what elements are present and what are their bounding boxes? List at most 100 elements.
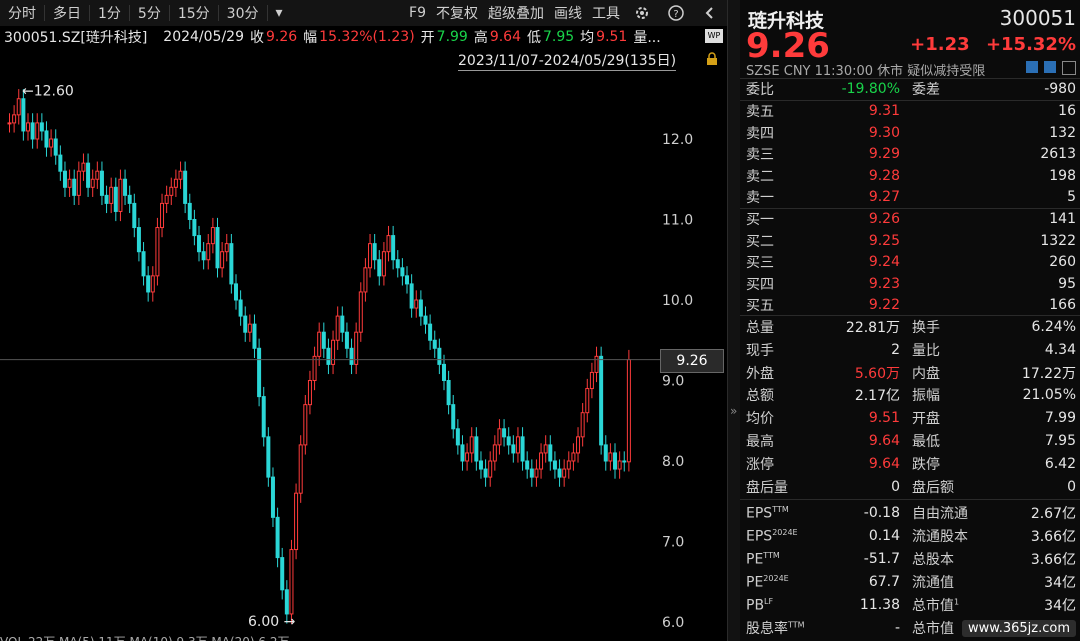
overlay-button[interactable]: 超级叠加 (483, 3, 549, 23)
candle-body (626, 359, 631, 463)
candle-body (465, 452, 470, 462)
tab-multiday[interactable]: 多日 (45, 3, 89, 23)
ask-row-1-volume: 5 (1067, 189, 1076, 205)
date-label: 2024/05/29 (163, 29, 244, 45)
candle-body (594, 355, 599, 373)
candle-body (25, 122, 30, 132)
fundamental-row: PBLF 11.38 总市值1 34亿 (740, 594, 1080, 616)
more-periods-button[interactable]: ▾ (268, 5, 291, 21)
candle-body (173, 178, 178, 188)
menu-icon[interactable] (1062, 61, 1076, 75)
bid-row-3-volume: 260 (1049, 254, 1076, 270)
fundamental-row: EPSTTM -0.18 自由流通 2.67亿 (740, 502, 1080, 524)
ask-row-1[interactable]: 卖一 9.27 5 (740, 186, 1080, 208)
panel-divider[interactable]: » (727, 0, 741, 641)
bid-row-1[interactable]: 买一 9.26 141 (740, 208, 1080, 230)
tab-15min[interactable]: 15分 (170, 3, 218, 23)
ask-row-3[interactable]: 卖三 9.29 2613 (740, 143, 1080, 165)
candle-body (136, 227, 141, 253)
weibi-value: -19.80% (841, 81, 900, 97)
stat-value: 22.81万 (845, 320, 900, 336)
stat-value: 7.95 (1044, 433, 1076, 449)
tab-30min[interactable]: 30分 (219, 3, 267, 23)
candle-body (187, 202, 192, 220)
bid-row-5-label: 买五 (746, 298, 774, 314)
close-label: 收 (250, 30, 264, 46)
candle-body (72, 178, 77, 196)
stat-row: 盘后量 0 盘后额 0 (740, 476, 1080, 498)
bid-row-1-price: 9.26 (868, 211, 900, 227)
candle-body (562, 468, 567, 478)
date-range-label[interactable]: 2023/11/07-2024/05/29(135日) (458, 50, 677, 71)
fund-label: 总市值1 (912, 597, 960, 614)
stat-value: 7.99 (1044, 410, 1076, 427)
toolbar-right: F9 不复权 超级叠加 画线 工具 ? (404, 3, 727, 23)
ask-row-4[interactable]: 卖四 9.30 132 (740, 122, 1080, 144)
current-price-tag: 9.26 (660, 348, 724, 373)
f9-button[interactable]: F9 (404, 5, 431, 21)
candle-body (238, 299, 243, 317)
candlestick-chart[interactable]: 12.0 11.0 10.0 9.0 8.0 7.0 6.0 ←12.60 6.00 → (0, 72, 727, 638)
fund-label: EPS2024E (746, 527, 798, 545)
ask-row-5[interactable]: 卖五 9.31 16 (740, 100, 1080, 122)
bid-row-5[interactable]: 买五 9.22 166 (740, 294, 1080, 316)
bid-row-4[interactable]: 买四 9.23 95 (740, 273, 1080, 295)
fund-value: 0.14 (868, 528, 900, 544)
candle-body (409, 283, 414, 309)
fund-label: 流通股本 (912, 529, 968, 545)
tools-button[interactable]: 工具 (587, 3, 625, 23)
stat-row: 总额 2.17亿 振幅 21.05% (740, 384, 1080, 406)
candle-body (428, 323, 433, 341)
edit-icon[interactable] (1026, 61, 1038, 73)
stat-label: 振幅 (912, 388, 940, 405)
candle-body (298, 444, 303, 494)
wp-icon[interactable]: WP (705, 29, 723, 43)
fund-label: 自由流通 (912, 506, 968, 522)
candle-body (67, 178, 72, 188)
bid-row-2-price: 9.25 (868, 232, 900, 249)
candle-body (608, 452, 613, 462)
candle-body (599, 355, 604, 446)
candle-body (30, 122, 35, 140)
candle-body (81, 162, 86, 172)
stat-label: 总额 (746, 388, 774, 405)
svg-text:?: ? (673, 9, 678, 20)
chevron-left-icon[interactable] (696, 4, 724, 22)
gear-icon[interactable] (628, 4, 656, 22)
tab-5min[interactable]: 5分 (130, 3, 169, 23)
candle-body (53, 138, 58, 156)
bid-row-3[interactable]: 买三 9.24 260 (740, 251, 1080, 273)
bid-row-4-price: 9.23 (868, 275, 900, 292)
tab-1min[interactable]: 1分 (90, 3, 129, 23)
candle-body (201, 251, 206, 261)
lock-icon[interactable] (705, 52, 719, 66)
candle-body (210, 227, 215, 245)
candle-body (414, 299, 419, 309)
candle-body (183, 170, 188, 204)
candle-body (405, 275, 410, 285)
tab-intraday[interactable]: 分时 (0, 3, 44, 23)
candle-body (224, 243, 229, 253)
candle-body (155, 227, 160, 277)
bid-row-2[interactable]: 买二 9.25 1322 (740, 230, 1080, 252)
stat-label: 涨停 (746, 456, 774, 473)
ask-row-5-label: 卖五 (746, 104, 774, 120)
candle-body (492, 444, 497, 462)
candle-body (331, 339, 336, 365)
draw-button[interactable]: 画线 (549, 3, 587, 23)
stat-label: 量比 (912, 342, 940, 359)
fund-label: 股息率TTM (746, 620, 805, 637)
stat-value: 2 (891, 341, 900, 358)
candle-body (44, 130, 49, 148)
no-adjust-button[interactable]: 不复权 (431, 3, 483, 23)
candle-body (548, 444, 553, 462)
amp-value: 15.32%(1.23) (319, 29, 415, 45)
price-axis-label: 12.0 (662, 132, 693, 148)
ask-row-2[interactable]: 卖二 9.28 198 (740, 165, 1080, 187)
stat-value: 4.34 (1044, 341, 1076, 358)
note-icon[interactable] (1044, 61, 1056, 73)
candle-body (386, 235, 391, 253)
fund-value: 3.66亿 (1030, 529, 1076, 545)
weicha-value: -980 (1044, 81, 1076, 97)
help-icon[interactable]: ? (662, 4, 690, 22)
